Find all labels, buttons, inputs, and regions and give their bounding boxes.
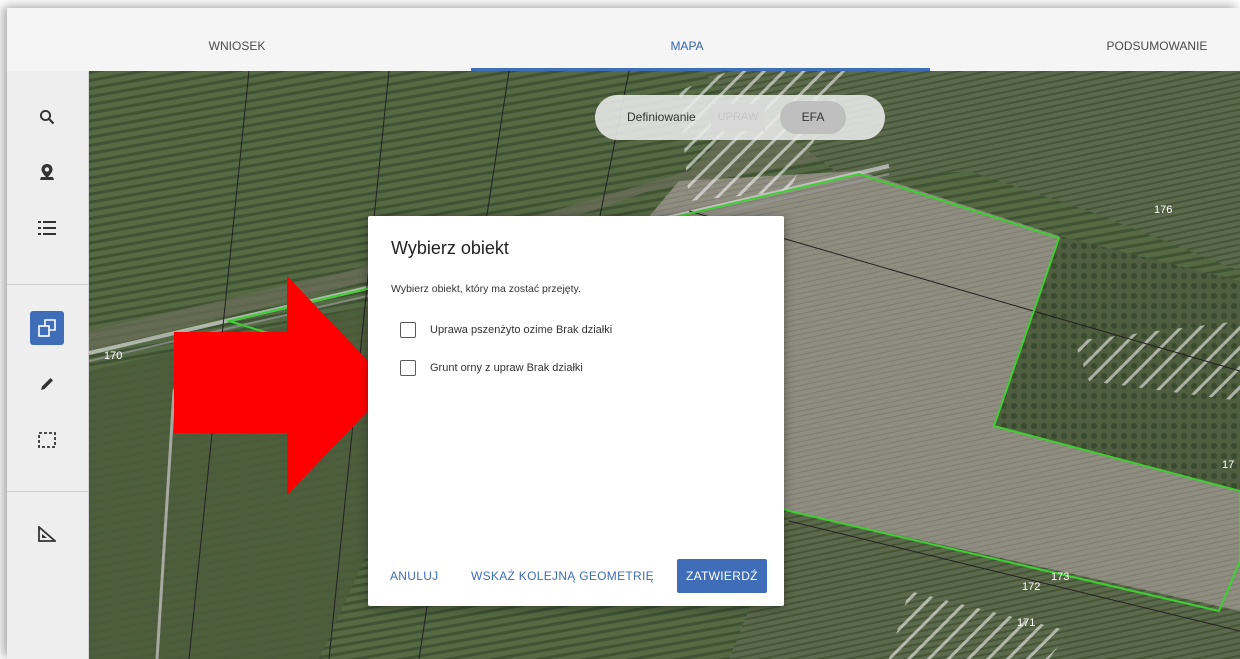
next-geometry-button[interactable]: WSKAŻ KOLEJNĄ GEOMETRIĘ bbox=[471, 559, 654, 593]
parcel-label: 17 bbox=[1222, 459, 1234, 471]
option-checkbox[interactable] bbox=[400, 322, 416, 338]
cancel-button[interactable]: ANULUJ bbox=[390, 559, 438, 593]
toolbar-divider bbox=[7, 491, 88, 492]
mode-option-upraw[interactable]: UPRAW bbox=[711, 104, 765, 131]
option-checkbox[interactable] bbox=[400, 360, 416, 376]
pencil-icon bbox=[41, 378, 53, 390]
copy-tool-button[interactable] bbox=[30, 311, 64, 345]
parcel-label: 173 bbox=[1051, 571, 1069, 583]
measure-tool-button[interactable] bbox=[30, 517, 64, 551]
list-icon bbox=[38, 221, 56, 235]
mode-toggle-label: Definiowanie bbox=[627, 110, 696, 124]
app-frame: WNIOSEK MAPA PODSUMOWANIE 176 170 17 172… bbox=[7, 8, 1240, 659]
location-tool-button[interactable] bbox=[30, 155, 64, 189]
tab-bar: WNIOSEK MAPA PODSUMOWANIE bbox=[7, 8, 1240, 71]
option-label: Grunt orny z upraw Brak działki bbox=[430, 362, 583, 374]
mode-option-efa[interactable]: EFA bbox=[780, 101, 846, 134]
parcel-label: 176 bbox=[1154, 204, 1172, 216]
toolbar-divider bbox=[7, 284, 88, 285]
tab-wniosek[interactable]: WNIOSEK bbox=[157, 8, 317, 71]
tab-podsumowanie[interactable]: PODSUMOWANIE bbox=[1067, 8, 1240, 71]
red-arrow-annotation bbox=[174, 276, 392, 495]
draw-tool-button[interactable] bbox=[30, 367, 64, 401]
parcel-label: 171 bbox=[1017, 617, 1035, 629]
dialog-title: Wybierz obiekt bbox=[391, 238, 509, 258]
search-icon bbox=[39, 109, 55, 125]
object-option[interactable]: Uprawa pszenżyto ozime Brak działki bbox=[400, 319, 612, 341]
map-toolbar bbox=[7, 71, 89, 659]
copy-icon bbox=[38, 319, 56, 337]
selection-icon bbox=[38, 432, 56, 448]
select-object-dialog: Wybierz obiekt Wybierz obiekt, który ma … bbox=[368, 216, 784, 606]
selection-tool-button[interactable] bbox=[30, 423, 64, 457]
location-pin-icon bbox=[40, 164, 54, 180]
confirm-button[interactable]: ZATWIERDŹ bbox=[677, 559, 767, 593]
tab-mapa[interactable]: MAPA bbox=[607, 8, 767, 71]
object-option[interactable]: Grunt orny z upraw Brak działki bbox=[400, 357, 583, 379]
ruler-icon bbox=[38, 526, 56, 542]
mode-toggle: Definiowanie UPRAW EFA bbox=[595, 95, 885, 140]
list-tool-button[interactable] bbox=[30, 211, 64, 245]
option-label: Uprawa pszenżyto ozime Brak działki bbox=[430, 324, 613, 336]
parcel-label: 172 bbox=[1022, 581, 1040, 593]
dialog-subtitle: Wybierz obiekt, który ma zostać przejęty… bbox=[391, 283, 581, 295]
search-tool-button[interactable] bbox=[30, 100, 64, 134]
parcel-label: 170 bbox=[104, 350, 122, 362]
